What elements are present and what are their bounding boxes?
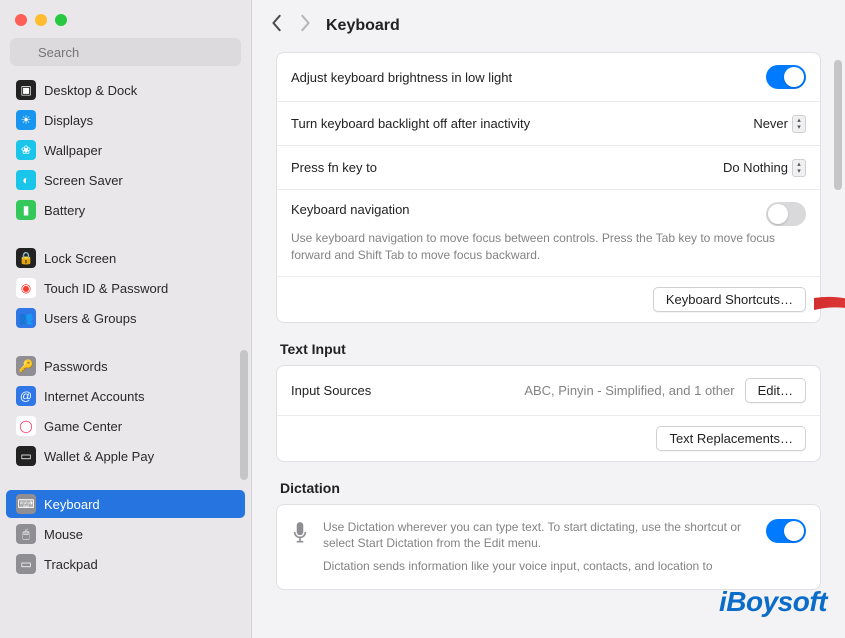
sidebar-item-label: Desktop & Dock (44, 83, 137, 98)
sidebar-item-displays[interactable]: ☀ Displays (6, 106, 245, 134)
sidebar-item-desktop-dock[interactable]: ▣ Desktop & Dock (6, 76, 245, 104)
header: Keyboard (252, 0, 845, 52)
sidebar-item-label: Game Center (44, 419, 122, 434)
sidebar-item-label: Mouse (44, 527, 83, 542)
sidebar-item-lock-screen[interactable]: 🔒 Lock Screen (6, 244, 245, 272)
backlight-off-label: Turn keyboard backlight off after inacti… (291, 116, 530, 131)
sidebar-item-label: Keyboard (44, 497, 100, 512)
keyboard-shortcuts-button[interactable]: Keyboard Shortcuts… (653, 287, 806, 312)
dictation-toggle[interactable] (766, 519, 806, 543)
microphone-icon (291, 521, 311, 550)
lock-screen-icon: 🔒 (16, 248, 36, 268)
main-pane: Keyboard Adjust keyboard brightness in l… (252, 0, 845, 638)
sidebar-item-label: Passwords (44, 359, 108, 374)
desktop-dock-icon: ▣ (16, 80, 36, 100)
dictation-heading: Dictation (280, 480, 817, 496)
wallpaper-icon: ❀ (16, 140, 36, 160)
sidebar-item-label: Displays (44, 113, 93, 128)
back-button[interactable] (270, 14, 284, 38)
passwords-icon: 🔑 (16, 356, 36, 376)
sidebar-item-label: Lock Screen (44, 251, 116, 266)
users-groups-icon: 👥 (16, 308, 36, 328)
zoom-window-button[interactable] (55, 14, 67, 26)
minimize-window-button[interactable] (35, 14, 47, 26)
sidebar-item-wallpaper[interactable]: ❀ Wallpaper (6, 136, 245, 164)
keyboard-icon: ⌨ (16, 494, 36, 514)
window-controls (0, 0, 251, 38)
fn-key-label: Press fn key to (291, 160, 377, 175)
sidebar-item-mouse[interactable]: 🖱 Mouse (6, 520, 245, 548)
sidebar-item-battery[interactable]: ▮ Battery (6, 196, 245, 224)
brightness-row: Adjust keyboard brightness in low light (277, 53, 820, 102)
brightness-label: Adjust keyboard brightness in low light (291, 70, 512, 85)
input-sources-value: ABC, Pinyin - Simplified, and 1 other (524, 383, 734, 398)
sidebar-item-label: Trackpad (44, 557, 98, 572)
keyboard-navigation-row: Keyboard navigation Use keyboard navigat… (277, 190, 820, 277)
input-sources-edit-button[interactable]: Edit… (745, 378, 806, 403)
content-area: Adjust keyboard brightness in low light … (252, 52, 845, 638)
sidebar-item-wallet-apple-pay[interactable]: ▭ Wallet & Apple Pay (6, 442, 245, 470)
backlight-off-selector[interactable]: Never ▴▾ (753, 115, 806, 133)
search-input[interactable] (10, 38, 241, 66)
backlight-off-row: Turn keyboard backlight off after inacti… (277, 102, 820, 146)
sidebar-item-trackpad[interactable]: ▭ Trackpad (6, 550, 245, 578)
sidebar-item-label: Wallet & Apple Pay (44, 449, 154, 464)
main-scrollbar[interactable] (834, 60, 842, 190)
dictation-panel: Use Dictation wherever you can type text… (276, 504, 821, 590)
dictation-row: Use Dictation wherever you can type text… (277, 505, 820, 589)
sidebar-item-internet-accounts[interactable]: @ Internet Accounts (6, 382, 245, 410)
keyboard-shortcuts-row: Keyboard Shortcuts… (277, 277, 820, 322)
sidebar: ▣ Desktop & Dock ☀ Displays ❀ Wallpaper ◐ Scree… (0, 0, 252, 638)
sidebar-item-label: Touch ID & Password (44, 281, 168, 296)
sidebar-item-game-center[interactable]: ◯ Game Center (6, 412, 245, 440)
text-replacements-button[interactable]: Text Replacements… (656, 426, 806, 451)
sidebar-list: ▣ Desktop & Dock ☀ Displays ❀ Wallpaper ◐ Scree… (0, 76, 251, 638)
displays-icon: ☀ (16, 110, 36, 130)
keyboard-navigation-label: Keyboard navigation (291, 202, 410, 217)
keyboard-navigation-toggle[interactable] (766, 202, 806, 226)
close-window-button[interactable] (15, 14, 27, 26)
page-title: Keyboard (326, 17, 400, 35)
stepper-icon: ▴▾ (792, 159, 806, 177)
text-input-panel: Input Sources ABC, Pinyin - Simplified, … (276, 365, 821, 462)
input-sources-label: Input Sources (291, 383, 371, 398)
wallet-apple-pay-icon: ▭ (16, 446, 36, 466)
text-replacements-row: Text Replacements… (277, 416, 820, 461)
sidebar-item-label: Internet Accounts (44, 389, 144, 404)
game-center-icon: ◯ (16, 416, 36, 436)
sidebar-item-label: Wallpaper (44, 143, 102, 158)
sidebar-item-label: Users & Groups (44, 311, 136, 326)
text-input-heading: Text Input (280, 341, 817, 357)
sidebar-item-touch-id-password[interactable]: ◉ Touch ID & Password (6, 274, 245, 302)
sidebar-item-passwords[interactable]: 🔑 Passwords (6, 352, 245, 380)
sidebar-item-users-groups[interactable]: 👥 Users & Groups (6, 304, 245, 332)
dictation-description: Use Dictation wherever you can type text… (323, 519, 754, 575)
input-sources-row: Input Sources ABC, Pinyin - Simplified, … (277, 366, 820, 416)
internet-accounts-icon: @ (16, 386, 36, 406)
fn-key-row: Press fn key to Do Nothing ▴▾ (277, 146, 820, 190)
fn-key-selector[interactable]: Do Nothing ▴▾ (723, 159, 806, 177)
sidebar-item-keyboard[interactable]: ⌨ Keyboard (6, 490, 245, 518)
sidebar-item-screen-saver[interactable]: ◐ Screen Saver (6, 166, 245, 194)
stepper-icon: ▴▾ (792, 115, 806, 133)
keyboard-settings-panel: Adjust keyboard brightness in low light … (276, 52, 821, 323)
battery-icon: ▮ (16, 200, 36, 220)
sidebar-item-label: Battery (44, 203, 85, 218)
mouse-icon: 🖱 (16, 524, 36, 544)
screen-saver-icon: ◐ (16, 170, 36, 190)
touch-id-password-icon: ◉ (16, 278, 36, 298)
sidebar-item-label: Screen Saver (44, 173, 123, 188)
forward-button[interactable] (298, 14, 312, 38)
keyboard-navigation-description: Use keyboard navigation to move focus be… (291, 230, 806, 264)
trackpad-icon: ▭ (16, 554, 36, 574)
brightness-toggle[interactable] (766, 65, 806, 89)
sidebar-scrollbar[interactable] (240, 350, 248, 480)
